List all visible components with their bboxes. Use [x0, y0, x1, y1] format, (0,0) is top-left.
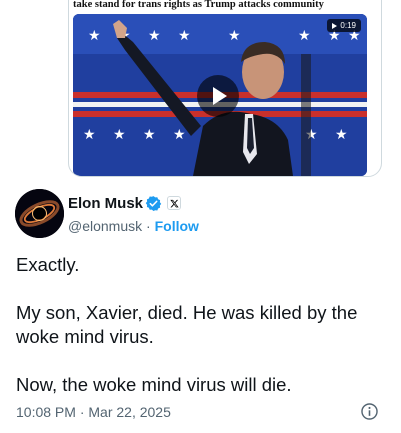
svg-text:★: ★ [178, 28, 191, 44]
author-name[interactable]: Elon Musk [68, 195, 143, 212]
svg-text:★: ★ [298, 28, 311, 44]
svg-text:★: ★ [88, 28, 101, 44]
avatar[interactable] [15, 189, 64, 238]
tweet-text: Exactly. My son, Xavier, died. He was ki… [16, 253, 388, 397]
quoted-headline: take stand for trans rights as Trump att… [73, 0, 324, 10]
quoted-post-card[interactable]: take stand for trans rights as Trump att… [68, 0, 382, 177]
verified-badge-icon [145, 196, 162, 211]
tweet-paragraph: Exactly. [16, 254, 80, 275]
svg-text:★: ★ [148, 28, 161, 44]
video-duration: 0:19 [340, 21, 356, 30]
handle-separator: · [146, 218, 151, 234]
tweet-timestamp[interactable]: 10:08 PM · Mar 22, 2025 [16, 404, 171, 420]
tweet-paragraph: My son, Xavier, died. He was killed by t… [16, 302, 358, 347]
play-mini-icon [332, 22, 338, 29]
video-duration-badge: 0:19 [327, 19, 361, 32]
avatar-image [15, 189, 64, 238]
svg-text:★: ★ [173, 127, 186, 143]
x-logo-icon [169, 199, 179, 207]
video-thumbnail[interactable]: ★ ★ ★ ★ ★ ★ ★ ★ ★ ★ ★ ★ ★ ★ [73, 14, 367, 176]
svg-text:★: ★ [143, 127, 156, 143]
play-button[interactable] [197, 75, 239, 117]
svg-text:★: ★ [83, 127, 96, 143]
follow-button[interactable]: Follow [155, 218, 199, 234]
play-icon [213, 87, 227, 105]
tweet-paragraph: Now, the woke mind virus will die. [16, 374, 292, 395]
handle-line: @elonmusk · Follow [68, 218, 199, 234]
svg-text:★: ★ [228, 28, 241, 44]
info-icon[interactable] [360, 402, 379, 421]
x-affiliation-icon [167, 196, 181, 210]
svg-text:★: ★ [113, 127, 126, 143]
svg-text:★: ★ [335, 127, 348, 143]
author-handle[interactable]: @elonmusk [68, 218, 142, 234]
